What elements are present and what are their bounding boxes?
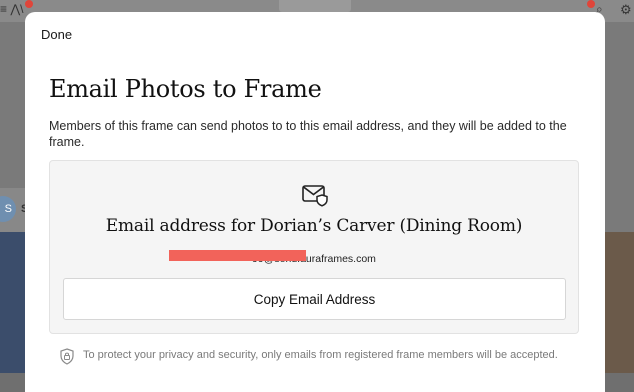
privacy-text: To protect your privacy and security, on… (83, 349, 558, 361)
done-button[interactable]: Done (41, 27, 72, 42)
background-tab-bar (279, 0, 351, 12)
modal-description: Members of this frame can send photos to… (49, 119, 567, 149)
privacy-note: To protect your privacy and security, on… (57, 348, 597, 366)
notification-dot (25, 0, 33, 8)
email-address-card: Email address for Dorian’s Carver (Dinin… (49, 160, 579, 334)
page-title: Email Photos to Frame (49, 75, 322, 103)
background-photo-left (0, 232, 25, 373)
email-photos-modal: Done Email Photos to Frame Members of th… (25, 12, 605, 392)
gear-icon: ⚙ (620, 2, 632, 17)
card-title: Email address for Dorian’s Carver (Dinin… (105, 216, 523, 236)
mail-shield-icon (302, 185, 328, 207)
lock-shield-icon (60, 348, 74, 365)
notification-dot (587, 0, 595, 8)
background-menu-label: ≡ ⋀\ (0, 2, 24, 16)
copy-email-button[interactable]: Copy Email Address (63, 278, 566, 320)
redaction-bar (169, 250, 306, 261)
background-photo-right (605, 232, 634, 373)
email-address: 99@send.auraframes.com (252, 253, 376, 265)
